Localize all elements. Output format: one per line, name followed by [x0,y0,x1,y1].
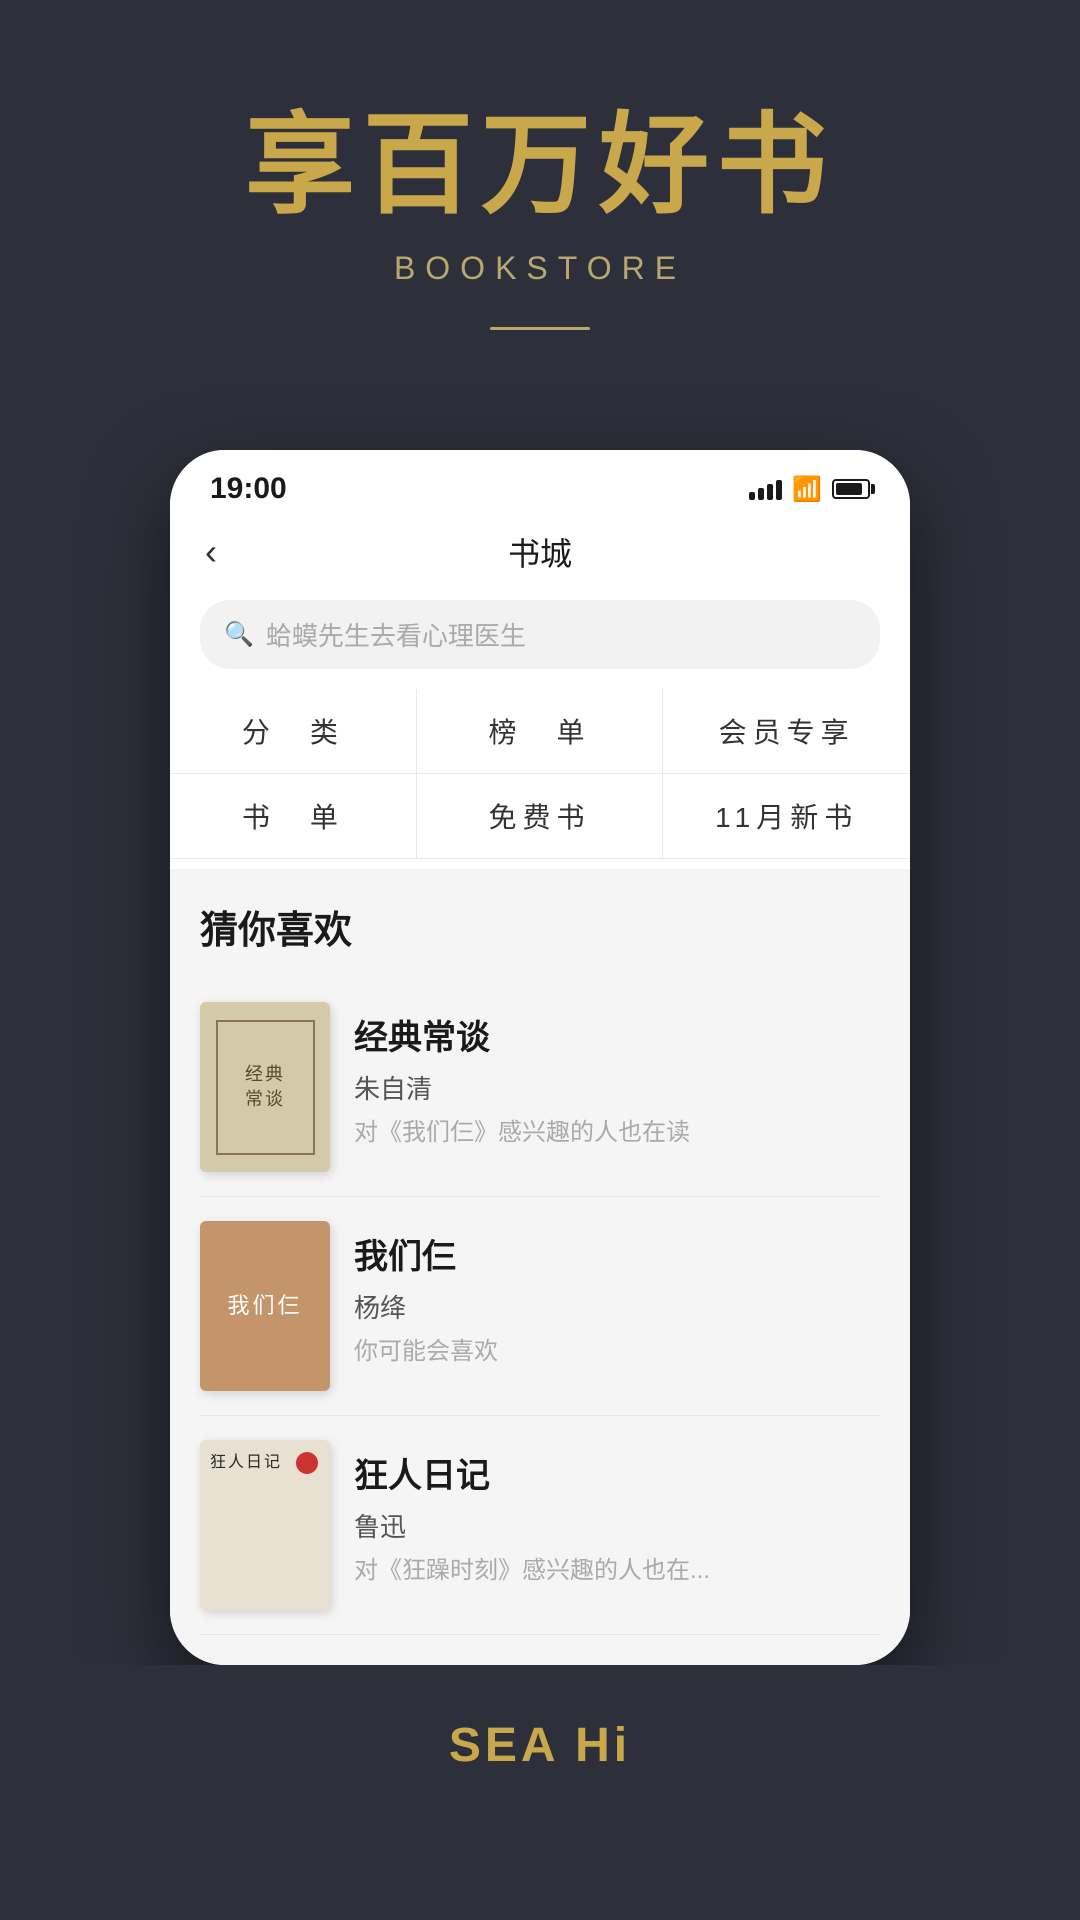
wifi-icon: 📶 [792,475,822,504]
book-author-3: 鲁迅 [354,1507,880,1544]
nav-bar: ‹ 书城 [170,516,910,588]
hero-section: 享百万好书 BOOKSTORE [0,0,1080,390]
hero-subtitle: BOOKSTORE [394,250,686,287]
book-title-2: 我们仨 [354,1229,880,1278]
book-cover-1: 经典常谈 [200,1002,330,1172]
book-cover-2: 我们仨 [200,1221,330,1391]
book-cover-title-3: 狂人日记 [210,1450,282,1476]
book-cover-title-2: 我们仨 [227,1288,302,1323]
category-item-mianfei[interactable]: 免费书 [417,774,664,859]
book-item-1[interactable]: 经典常谈 经典常谈 朱自清 对《我们仨》感兴趣的人也在读 [200,978,880,1197]
book-info-1: 经典常谈 朱自清 对《我们仨》感兴趣的人也在读 [354,1002,880,1150]
book-desc-1: 对《我们仨》感兴趣的人也在读 [354,1116,880,1150]
bottom-area: SEA Hi [0,1665,1080,1825]
category-label-fenlei: 分 类 [242,711,344,751]
book-desc-2: 你可能会喜欢 [354,1335,880,1369]
category-label-mianfei: 免费书 [488,796,590,836]
book-desc-3: 对《狂躁时刻》感兴趣的人也在... [354,1554,880,1588]
book-info-3: 狂人日记 鲁迅 对《狂躁时刻》感兴趣的人也在... [354,1440,880,1588]
sea-hi-text: SEA Hi [449,1718,631,1773]
book-cover-dot-3 [296,1452,318,1474]
outer-container: 享百万好书 BOOKSTORE 19:00 📶 [0,0,1080,1920]
book-cover-inner-1: 经典常谈 [216,1020,315,1155]
search-container: 🔍 蛤蟆先生去看心理医生 [170,588,910,689]
category-item-fenlei[interactable]: 分 类 [170,689,417,774]
book-author-2: 杨绛 [354,1288,880,1325]
status-time: 19:00 [210,472,287,506]
book-list: 经典常谈 经典常谈 朱自清 对《我们仨》感兴趣的人也在读 我们仨 [200,978,880,1635]
page-title: 书城 [508,529,572,575]
hero-title: 享百万好书 [245,100,835,232]
book-title-1: 经典常谈 [354,1010,880,1059]
book-author-1: 朱自清 [354,1069,880,1106]
battery-icon [832,479,870,499]
category-item-huiyuan[interactable]: 会员专享 [663,689,910,774]
battery-fill [836,483,862,495]
book-title-3: 狂人日记 [354,1448,880,1497]
phone-screen: 19:00 📶 ‹ 书城 🔍 [170,450,910,1665]
category-label-bangdan: 榜 单 [488,711,590,751]
phone-mockup: 19:00 📶 ‹ 书城 🔍 [170,450,910,1665]
category-label-shudan: 书 单 [242,796,344,836]
category-item-bangdan[interactable]: 榜 单 [417,689,664,774]
category-label-huiyuan: 会员专享 [719,711,855,751]
book-cover-title-1: 经典常谈 [245,1062,285,1112]
search-placeholder: 蛤蟆先生去看心理医生 [266,616,526,653]
book-info-2: 我们仨 杨绛 你可能会喜欢 [354,1221,880,1369]
recommendations-title: 猜你喜欢 [200,899,880,954]
recommendations-section: 猜你喜欢 经典常谈 经典常谈 朱自清 对《我们仨》感兴趣的人也在读 [170,869,910,1665]
status-bar: 19:00 📶 [170,450,910,516]
search-bar[interactable]: 🔍 蛤蟆先生去看心理医生 [200,600,880,669]
hero-divider [490,327,590,330]
back-button[interactable]: ‹ [205,531,217,573]
category-label-xinshu: 11月新书 [715,796,858,836]
status-icons: 📶 [749,475,870,504]
book-item-2[interactable]: 我们仨 我们仨 杨绛 你可能会喜欢 [200,1197,880,1416]
category-item-shudan[interactable]: 书 单 [170,774,417,859]
search-icon: 🔍 [224,620,254,649]
book-cover-3: 狂人日记 [200,1440,330,1610]
book-item-3[interactable]: 狂人日记 狂人日记 鲁迅 对《狂躁时刻》感兴趣的人也在... [200,1416,880,1635]
category-item-xinshu[interactable]: 11月新书 [663,774,910,859]
category-grid: 分 类 榜 单 会员专享 书 单 免费书 11月新书 [170,689,910,859]
signal-icon [749,478,782,500]
